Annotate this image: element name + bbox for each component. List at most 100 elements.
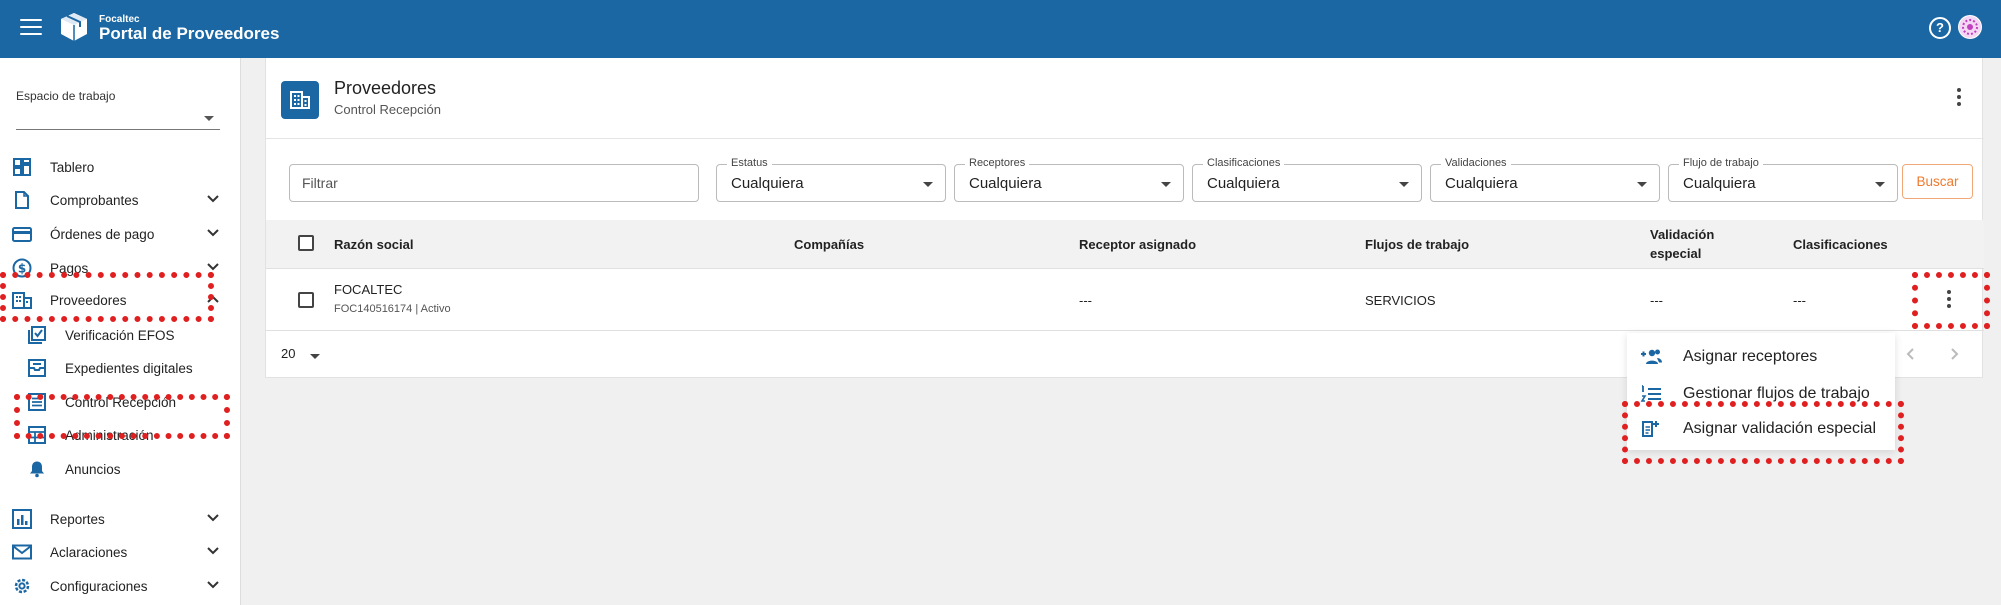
sidebar: Espacio de trabajo Tablero Comprobantes …	[0, 58, 241, 605]
column-flujos[interactable]: Flujos de trabajo	[1365, 237, 1469, 252]
sidebar-item-proveedores[interactable]: Proveedores	[0, 284, 241, 316]
box-logo-icon	[61, 13, 87, 41]
column-razon-social[interactable]: Razón social	[334, 237, 413, 252]
table-icon	[28, 426, 46, 444]
menu-item-asignar-receptores[interactable]: Asignar receptores	[1627, 339, 1895, 375]
page-size-dropdown-icon[interactable]	[310, 354, 320, 359]
table-header: Razón social Compañías Receptor asignado…	[266, 220, 1984, 269]
select-label: Flujo de trabajo	[1679, 157, 1763, 169]
select-label: Validaciones	[1441, 157, 1511, 169]
page-icon-container	[281, 81, 319, 119]
sidebar-item-tablero[interactable]: Tablero	[0, 151, 241, 183]
help-icon[interactable]: ?	[1929, 17, 1951, 39]
sidebar-item-label: Configuraciones	[50, 579, 148, 594]
sidebar-item-ordenes[interactable]: Órdenes de pago	[0, 218, 241, 250]
menu-item-label: Asignar receptores	[1683, 348, 1818, 365]
column-validacion-line1[interactable]: Validación	[1650, 227, 1714, 242]
menu-item-label: Asignar validación especial	[1683, 420, 1876, 437]
page-more-options-icon[interactable]	[1956, 88, 1962, 106]
building-icon	[12, 292, 32, 309]
chevron-up-icon	[207, 295, 219, 303]
sidebar-item-label: Pagos	[50, 261, 89, 276]
search-button[interactable]: Buscar	[1902, 164, 1973, 199]
sidebar-item-label: Órdenes de pago	[50, 227, 155, 242]
select-value: Cualquiera	[1445, 175, 1518, 192]
sidebar-subitem-anuncios[interactable]: Anuncios	[0, 453, 241, 485]
column-clasificaciones[interactable]: Clasificaciones	[1793, 237, 1888, 252]
sidebar-subitem-expedientes[interactable]: Expedientes digitales	[0, 352, 241, 384]
status-select[interactable]: Estatus Cualquiera	[716, 157, 946, 202]
classifications-select[interactable]: Clasificaciones Cualquiera	[1192, 157, 1422, 202]
sidebar-subitem-label: Control Recepción	[65, 395, 177, 410]
menu-item-label: Gestionar flujos de trabajo	[1683, 385, 1870, 402]
select-value: Cualquiera	[1207, 175, 1280, 192]
chart-icon	[12, 509, 32, 529]
column-validacion-line2[interactable]: especial	[1650, 246, 1701, 261]
page-size-value[interactable]: 20	[281, 346, 295, 361]
note-add-icon	[1642, 421, 1659, 437]
next-page-icon[interactable]	[1946, 346, 1962, 362]
list-numbered-icon	[1640, 385, 1661, 402]
hamburger-menu-icon[interactable]	[20, 19, 42, 35]
sidebar-item-label: Aclaraciones	[50, 545, 128, 560]
select-label: Receptores	[965, 157, 1030, 169]
top-bar: Focaltec Portal de Proveedores ?	[0, 0, 2001, 58]
sidebar-subitem-control-recepcion[interactable]: Control Recepción	[0, 386, 241, 418]
sidebar-item-comprobantes[interactable]: Comprobantes	[0, 184, 241, 216]
table-row[interactable]: FOCALTEC FOC140516174 | Activo --- SERVI…	[266, 269, 1984, 331]
dropdown-arrow-icon	[1399, 182, 1409, 187]
sidebar-item-label: Reportes	[50, 512, 105, 527]
dollar-icon: $	[12, 258, 32, 278]
row-detail: FOC140516174 | Activo	[334, 303, 451, 315]
menu-item-gestionar-flujos[interactable]: Gestionar flujos de trabajo	[1627, 376, 1895, 412]
row-checkbox[interactable]	[298, 292, 314, 308]
select-label: Estatus	[727, 157, 772, 169]
row-context-menu: Asignar receptores Gestionar flujos de t…	[1627, 333, 1895, 450]
sidebar-subitem-label: Verificación EFOS	[65, 328, 175, 343]
previous-page-icon[interactable]	[1903, 346, 1919, 362]
sidebar-item-reportes[interactable]: Reportes	[0, 503, 241, 535]
building-icon	[290, 91, 310, 109]
row-flujos: SERVICIOS	[1365, 293, 1436, 308]
sidebar-item-pagos[interactable]: $ Pagos	[0, 252, 241, 284]
filter-input[interactable]	[289, 164, 699, 202]
workflow-select[interactable]: Flujo de trabajo Cualquiera	[1668, 157, 1898, 202]
inbox-icon	[28, 359, 46, 377]
svg-text:$: $	[18, 262, 26, 276]
avatar-pattern-icon	[1959, 16, 1981, 38]
sidebar-item-configuraciones[interactable]: Configuraciones	[0, 570, 241, 602]
workspace-select[interactable]	[16, 106, 220, 130]
chevron-down-icon	[207, 263, 219, 271]
page-subtitle: Control Recepción	[334, 102, 441, 117]
sidebar-item-label: Tablero	[50, 160, 95, 175]
chevron-down-icon	[207, 229, 219, 237]
chevron-down-icon	[204, 116, 214, 121]
sidebar-subitem-label: Expedientes digitales	[65, 361, 193, 376]
validations-select[interactable]: Validaciones Cualquiera	[1430, 157, 1660, 202]
receptors-select[interactable]: Receptores Cualquiera	[954, 157, 1184, 202]
card-icon	[12, 227, 32, 242]
dropdown-arrow-icon	[1161, 182, 1171, 187]
sidebar-item-label: Proveedores	[50, 293, 127, 308]
brand-title: Portal de Proveedores	[99, 24, 280, 43]
document-icon	[15, 191, 29, 209]
header-divider	[266, 138, 1984, 139]
chevron-down-icon	[207, 581, 219, 589]
sidebar-subitem-verificacion-efos[interactable]: Verificación EFOS	[0, 319, 241, 351]
sidebar-subitem-administracion[interactable]: Administración	[0, 419, 241, 451]
row-more-options-icon[interactable]	[1946, 290, 1952, 308]
select-value: Cualquiera	[1683, 175, 1756, 192]
column-companias[interactable]: Compañías	[794, 237, 864, 252]
select-all-checkbox[interactable]	[298, 235, 314, 251]
chevron-down-icon	[207, 195, 219, 203]
select-value: Cualquiera	[731, 175, 804, 192]
dashboard-icon	[13, 158, 31, 176]
main-card: Proveedores Control Recepción Estatus Cu…	[265, 58, 1984, 378]
select-label: Clasificaciones	[1203, 157, 1285, 169]
column-receptor[interactable]: Receptor asignado	[1079, 237, 1196, 252]
row-clasificaciones: ---	[1793, 293, 1806, 308]
sidebar-item-aclaraciones[interactable]: Aclaraciones	[0, 536, 241, 568]
gear-icon	[14, 578, 30, 594]
menu-item-asignar-validacion[interactable]: Asignar validación especial	[1627, 411, 1895, 447]
avatar[interactable]	[1958, 15, 1982, 39]
